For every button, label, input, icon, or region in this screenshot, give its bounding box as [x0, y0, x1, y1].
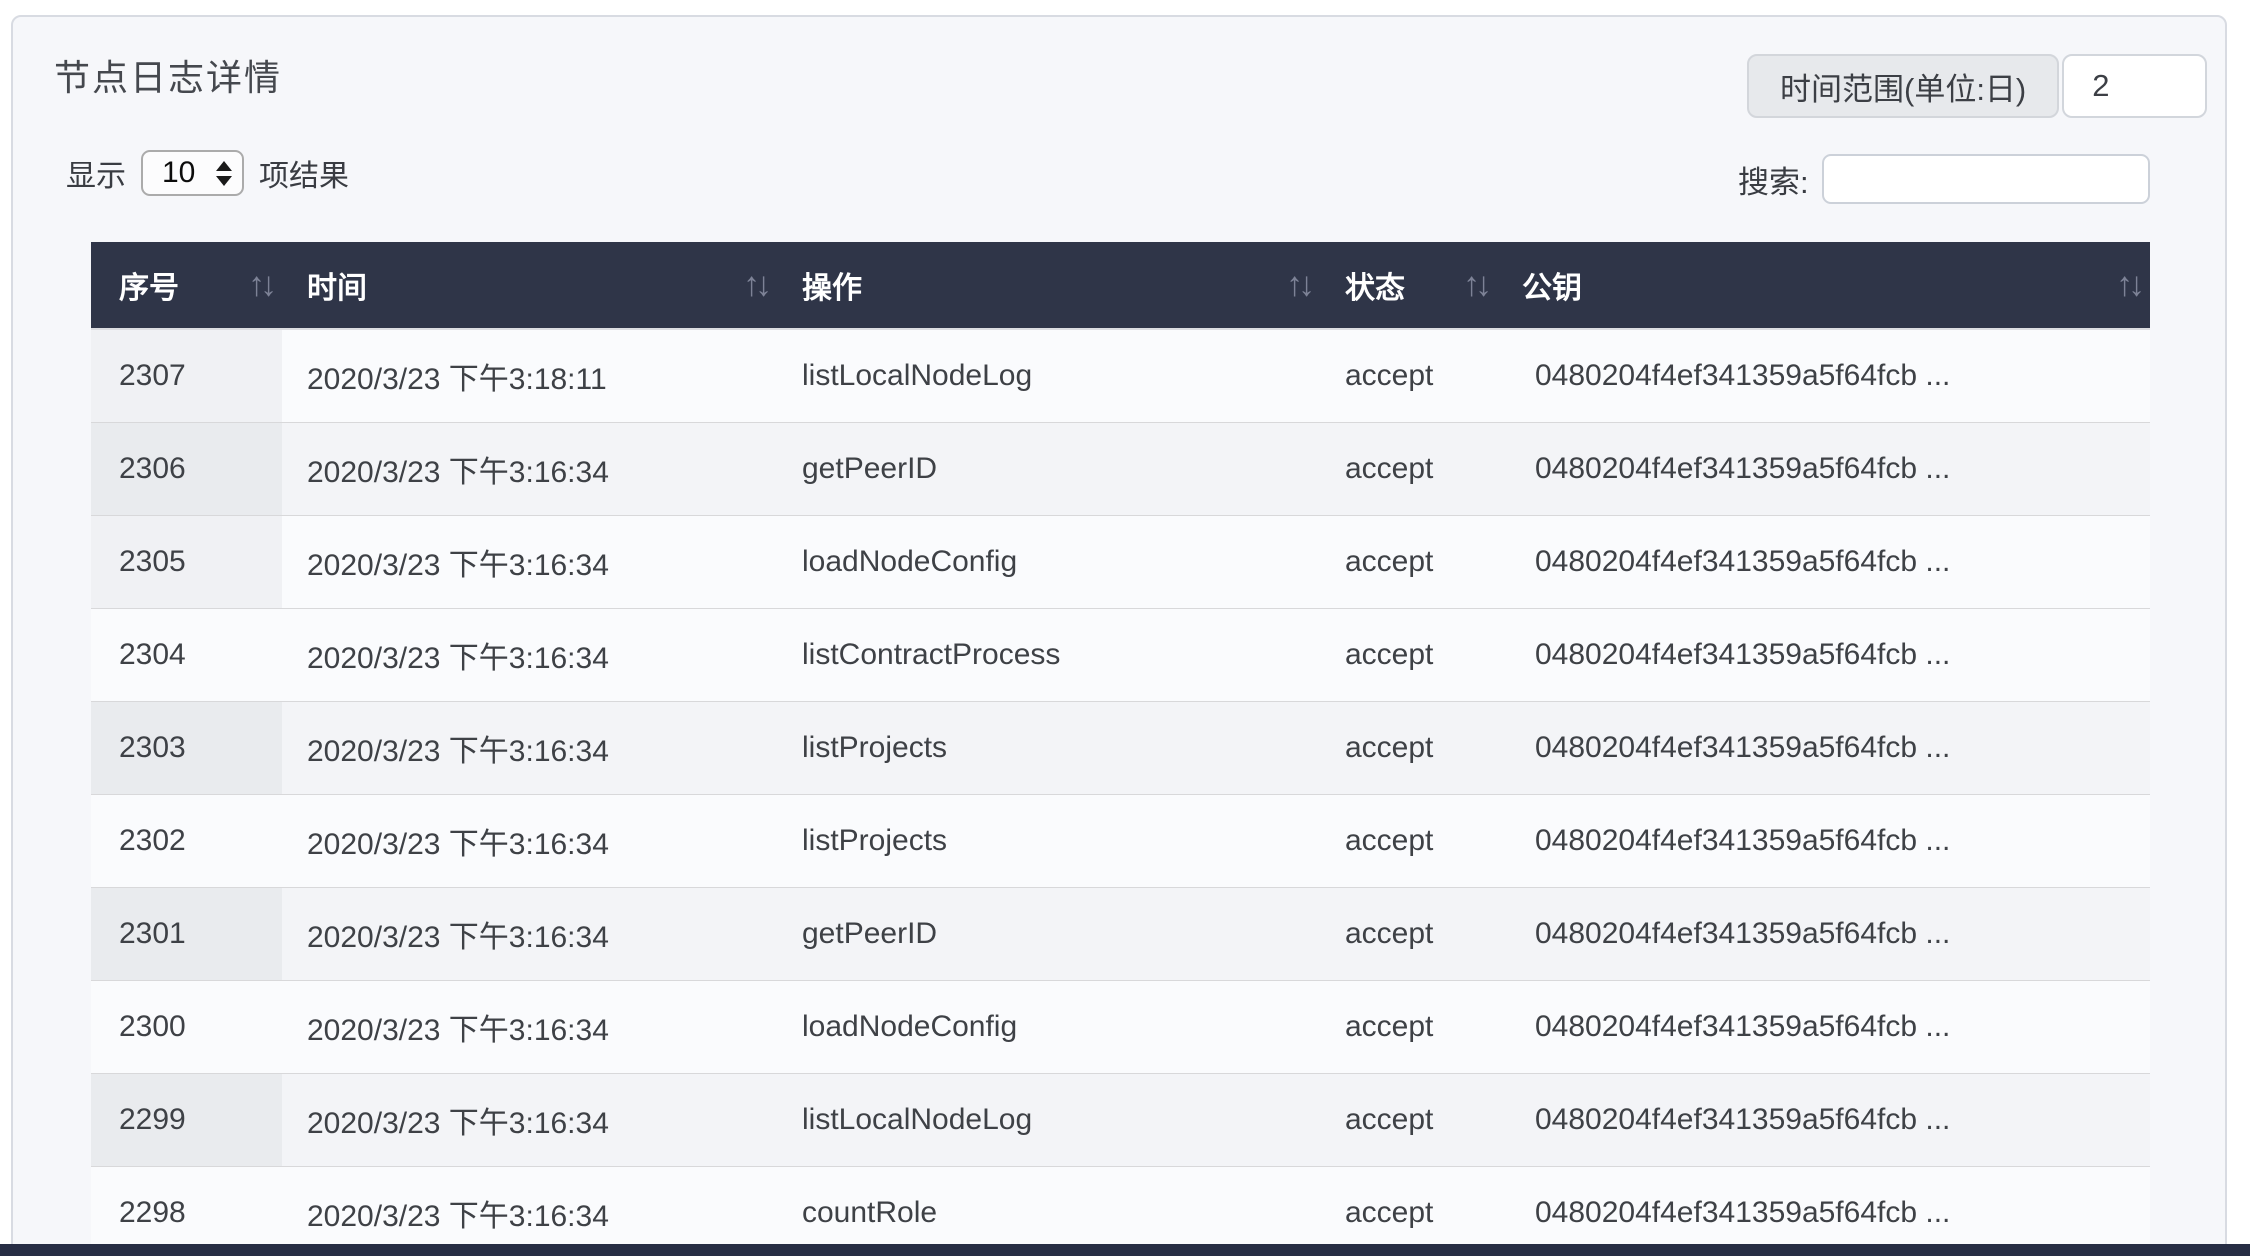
cell-pubkey: 0480204f4ef341359a5f64fcb ... [1497, 329, 2150, 422]
table-row: 23012020/3/23 下午3:16:34getPeerIDaccept04… [91, 887, 2150, 980]
cell-status: accept [1320, 1073, 1497, 1166]
column-header-label: 公钥 [1522, 272, 1582, 305]
cell-seq: 2299 [91, 1073, 282, 1166]
cell-op: loadNodeConfig [777, 515, 1320, 608]
cell-status: accept [1320, 887, 1497, 980]
cell-status: accept [1320, 1166, 1497, 1256]
column-header-label: 序号 [119, 272, 179, 305]
cell-pubkey: 0480204f4ef341359a5f64fcb ... [1497, 794, 2150, 887]
cell-op: listProjects [777, 794, 1320, 887]
node-log-table: 序号↑↓时间↑↓操作↑↓状态↑↓公钥↑↓ 23072020/3/23 下午3:1… [91, 242, 2150, 1256]
cell-seq: 2307 [91, 329, 282, 422]
page-length-select[interactable]: 10 [141, 150, 244, 196]
table-row: 23022020/3/23 下午3:16:34listProjectsaccep… [91, 794, 2150, 887]
cell-time: 2020/3/23 下午3:16:34 [282, 1073, 777, 1166]
cell-op: getPeerID [777, 422, 1320, 515]
cell-op: loadNodeConfig [777, 980, 1320, 1073]
table-row: 22982020/3/23 下午3:16:34countRoleaccept04… [91, 1166, 2150, 1256]
sort-icon: ↑↓ [248, 266, 272, 305]
cell-op: listLocalNodeLog [777, 329, 1320, 422]
cell-op: countRole [777, 1166, 1320, 1256]
cell-seq: 2300 [91, 980, 282, 1073]
page-length-control: 显示 10 项结果 [66, 150, 349, 196]
cell-time: 2020/3/23 下午3:16:34 [282, 422, 777, 515]
cell-time: 2020/3/23 下午3:16:34 [282, 1166, 777, 1256]
cell-pubkey: 0480204f4ef341359a5f64fcb ... [1497, 701, 2150, 794]
cell-status: accept [1320, 794, 1497, 887]
table-header: 序号 ↑↓ 时间 ↑↓ 操作 ↑↓ 状态 ↑↓ 公钥 ↑↓ [91, 242, 2150, 329]
cell-time: 2020/3/23 下午3:16:34 [282, 980, 777, 1073]
cell-status: accept [1320, 329, 1497, 422]
column-header-seq[interactable]: 序号 ↑↓ [91, 242, 282, 329]
length-label-after: 项结果 [259, 151, 349, 195]
cell-op: getPeerID [777, 887, 1320, 980]
cell-seq: 2305 [91, 515, 282, 608]
cell-seq: 2301 [91, 887, 282, 980]
cell-pubkey: 0480204f4ef341359a5f64fcb ... [1497, 515, 2150, 608]
cell-time: 2020/3/23 下午3:16:34 [282, 515, 777, 608]
table-row: 22992020/3/23 下午3:16:34listLocalNodeLoga… [91, 1073, 2150, 1166]
cell-time: 2020/3/23 下午3:16:34 [282, 701, 777, 794]
cell-status: accept [1320, 701, 1497, 794]
cell-pubkey: 0480204f4ef341359a5f64fcb ... [1497, 1166, 2150, 1256]
time-range-label: 时间范围(单位:日) [1747, 54, 2059, 118]
cell-status: accept [1320, 515, 1497, 608]
cell-op: listContractProcess [777, 608, 1320, 701]
cell-pubkey: 0480204f4ef341359a5f64fcb ... [1497, 1073, 2150, 1166]
length-label-before: 显示 [66, 151, 126, 195]
column-header-op[interactable]: 操作 ↑↓ [777, 242, 1320, 329]
search-label: 搜索: [1738, 157, 1809, 202]
page-title: 节点日志详情 [54, 49, 282, 101]
table-row: 23032020/3/23 下午3:16:34listProjectsaccep… [91, 701, 2150, 794]
cell-time: 2020/3/23 下午3:16:34 [282, 794, 777, 887]
table-row: 23072020/3/23 下午3:18:11listLocalNodeLoga… [91, 329, 2150, 422]
time-range-group: 时间范围(单位:日) [1747, 54, 2207, 118]
table-row: 23002020/3/23 下午3:16:34loadNodeConfigacc… [91, 980, 2150, 1073]
cell-pubkey: 0480204f4ef341359a5f64fcb ... [1497, 608, 2150, 701]
cell-time: 2020/3/23 下午3:16:34 [282, 887, 777, 980]
column-header-label: 操作 [802, 272, 862, 305]
node-log-panel: 节点日志详情 显示 10 项结果 时间范围(单位:日) 搜索: 序号 ↑↓ 时间 ↑↓… [11, 15, 2227, 1256]
cell-seq: 2302 [91, 794, 282, 887]
table-row: 23062020/3/23 下午3:16:34getPeerIDaccept04… [91, 422, 2150, 515]
cell-time: 2020/3/23 下午3:16:34 [282, 608, 777, 701]
cell-status: accept [1320, 422, 1497, 515]
time-range-input[interactable] [2062, 54, 2207, 118]
page-length-value: 10 [162, 156, 195, 190]
sort-icon: ↑↓ [1286, 266, 1310, 305]
table-row: 23052020/3/23 下午3:16:34loadNodeConfigacc… [91, 515, 2150, 608]
sort-icon: ↑↓ [1463, 266, 1487, 305]
search-input[interactable] [1822, 154, 2150, 204]
cell-op: listProjects [777, 701, 1320, 794]
column-header-pubkey[interactable]: 公钥 ↑↓ [1497, 242, 2150, 329]
spinner-up-icon [216, 161, 232, 171]
cell-op: listLocalNodeLog [777, 1073, 1320, 1166]
cell-pubkey: 0480204f4ef341359a5f64fcb ... [1497, 422, 2150, 515]
cell-seq: 2303 [91, 701, 282, 794]
sort-icon: ↑↓ [743, 266, 767, 305]
cell-seq: 2306 [91, 422, 282, 515]
select-spinner-icon [216, 161, 232, 186]
spinner-down-icon [216, 176, 232, 186]
cell-seq: 2298 [91, 1166, 282, 1256]
column-header-status[interactable]: 状态 ↑↓ [1320, 242, 1497, 329]
cell-pubkey: 0480204f4ef341359a5f64fcb ... [1497, 980, 2150, 1073]
column-header-label: 状态 [1345, 272, 1405, 305]
sort-icon: ↑↓ [2116, 266, 2140, 305]
bottom-bar [0, 1244, 2250, 1256]
cell-status: accept [1320, 608, 1497, 701]
cell-pubkey: 0480204f4ef341359a5f64fcb ... [1497, 887, 2150, 980]
column-header-time[interactable]: 时间 ↑↓ [282, 242, 777, 329]
cell-status: accept [1320, 980, 1497, 1073]
cell-time: 2020/3/23 下午3:18:11 [282, 329, 777, 422]
table-header-row: 序号 ↑↓ 时间 ↑↓ 操作 ↑↓ 状态 ↑↓ 公钥 ↑↓ [91, 242, 2150, 329]
cell-seq: 2304 [91, 608, 282, 701]
search-control: 搜索: [1738, 154, 2150, 204]
column-header-label: 时间 [307, 272, 367, 305]
table-body: 23072020/3/23 下午3:18:11listLocalNodeLoga… [91, 329, 2150, 1256]
table-row: 23042020/3/23 下午3:16:34listContractProce… [91, 608, 2150, 701]
